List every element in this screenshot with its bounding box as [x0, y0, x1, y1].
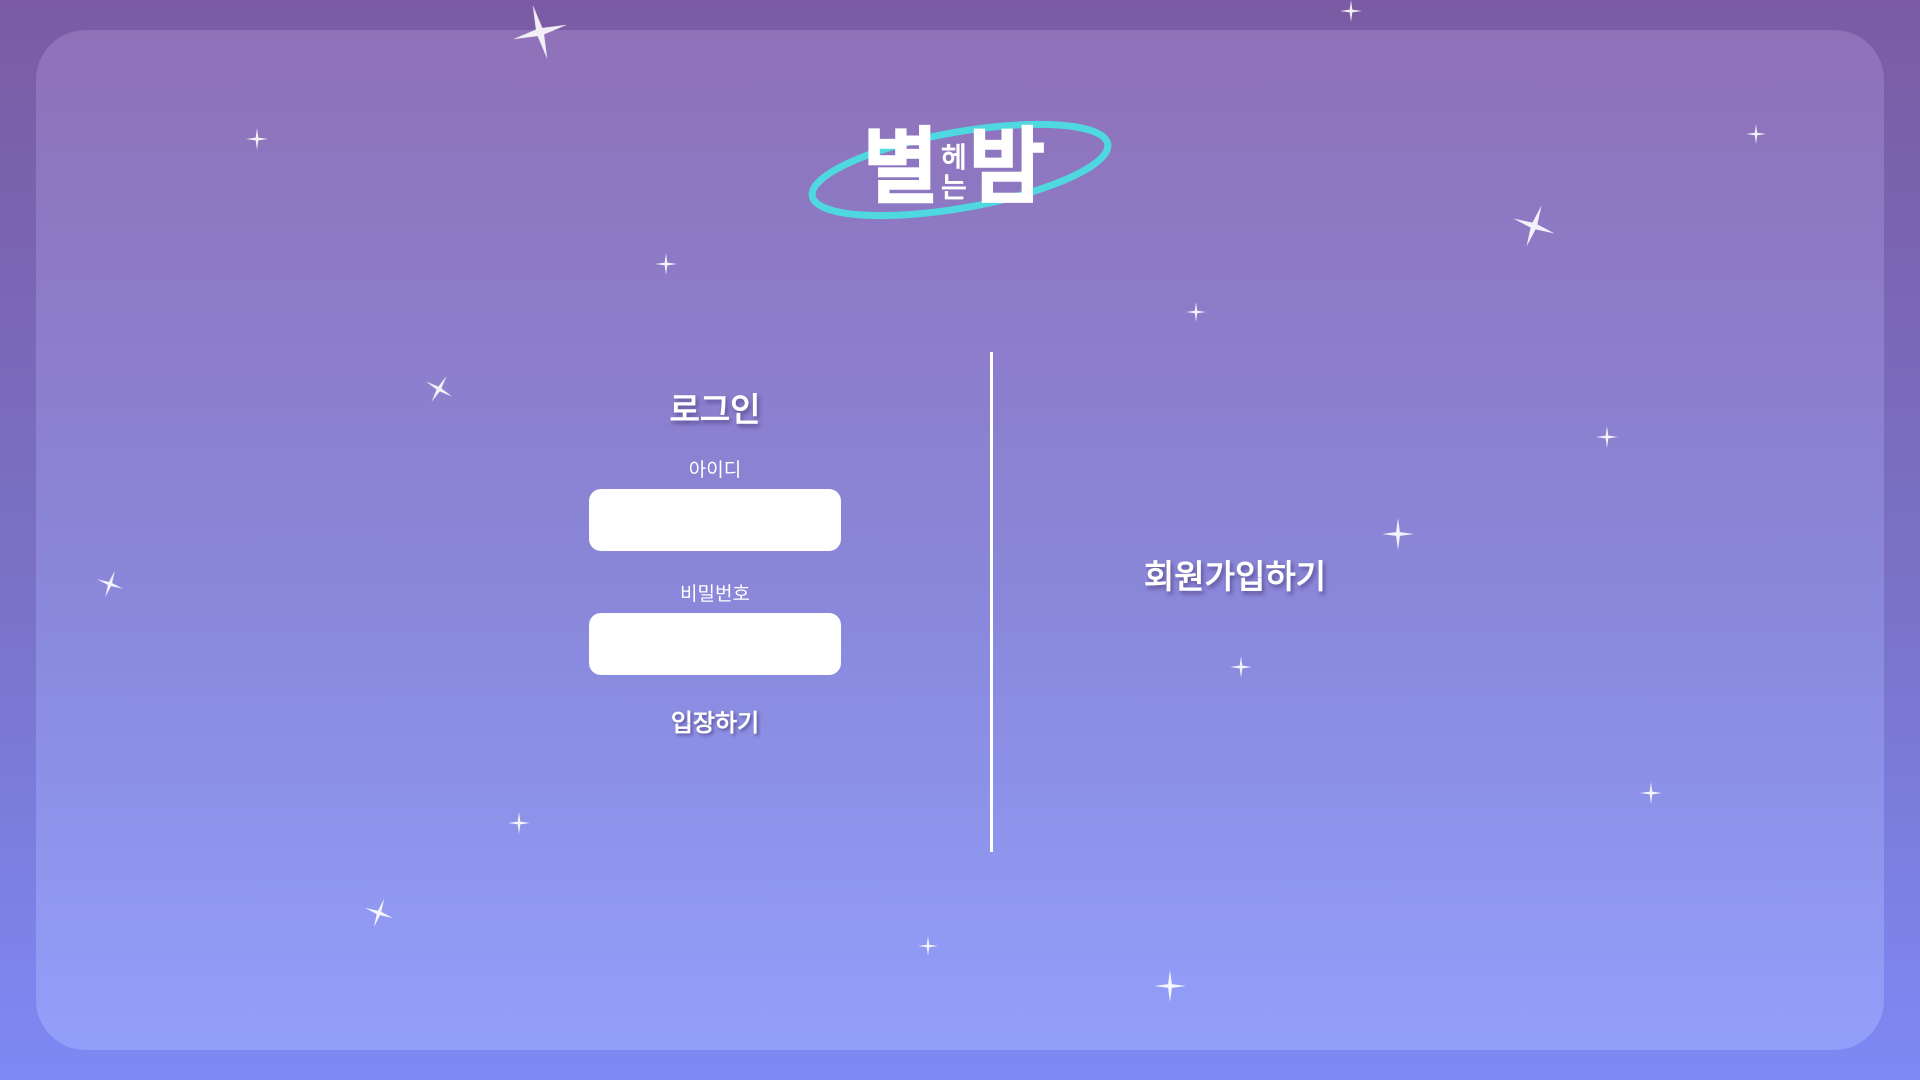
- logo-text-byeol: 별: [863, 120, 938, 215]
- login-title: 로그인: [669, 390, 761, 429]
- id-label: 아이디: [688, 459, 742, 481]
- byeol-heneun-bam-logo-icon: 별 헤 는 밤: [808, 119, 1112, 220]
- signup-button[interactable]: 회원가입하기: [1120, 555, 1350, 599]
- id-input[interactable]: [589, 489, 841, 551]
- password-input[interactable]: [589, 613, 841, 675]
- logo-text-neun: 는: [941, 171, 967, 204]
- app-logo: 별 헤 는 밤: [805, 115, 1115, 225]
- enter-button[interactable]: 입장하기: [663, 701, 767, 740]
- password-label: 비밀번호: [680, 583, 750, 605]
- logo-text-he: 헤: [941, 141, 967, 174]
- logo-text-bam: 밤: [969, 120, 1044, 215]
- login-panel: 로그인 아이디 비밀번호 입장하기: [589, 385, 841, 740]
- vertical-divider: [990, 352, 993, 852]
